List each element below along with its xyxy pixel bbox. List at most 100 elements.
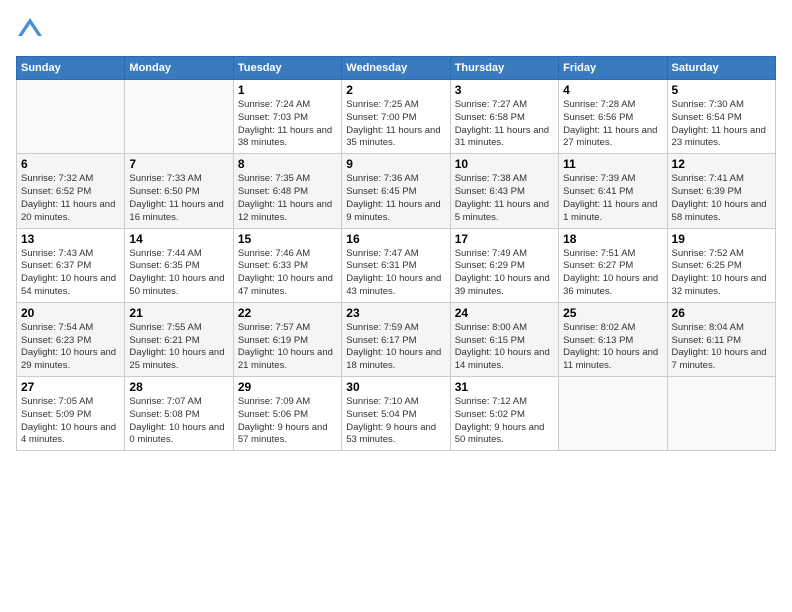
day-content: Sunrise: 7:27 AM Sunset: 6:58 PM Dayligh… xyxy=(455,99,554,150)
weekday-header: Sunday xyxy=(17,57,125,80)
day-number: 15 xyxy=(238,232,337,246)
day-content: Sunrise: 7:36 AM Sunset: 6:45 PM Dayligh… xyxy=(346,173,445,224)
weekday-header: Monday xyxy=(125,57,233,80)
day-number: 17 xyxy=(455,232,554,246)
day-content: Sunrise: 7:32 AM Sunset: 6:52 PM Dayligh… xyxy=(21,173,120,224)
day-number: 23 xyxy=(346,306,445,320)
day-number: 29 xyxy=(238,380,337,394)
calendar-week-row: 27 Sunrise: 7:05 AM Sunset: 5:09 PM Dayli… xyxy=(17,377,776,451)
day-content: Sunrise: 7:07 AM Sunset: 5:08 PM Dayligh… xyxy=(129,396,228,447)
day-number: 26 xyxy=(672,306,771,320)
day-number: 19 xyxy=(672,232,771,246)
calendar-cell: 11Sunrise: 7:39 AM Sunset: 6:41 PM Dayli… xyxy=(559,154,667,228)
day-number: 14 xyxy=(129,232,228,246)
calendar-cell: 9 Sunrise: 7:36 AM Sunset: 6:45 PM Daylig… xyxy=(342,154,450,228)
day-content: Sunrise: 7:12 AM Sunset: 5:02 PM Dayligh… xyxy=(455,396,554,447)
calendar-cell: 27 Sunrise: 7:05 AM Sunset: 5:09 PM Dayli… xyxy=(17,377,125,451)
weekday-header: Saturday xyxy=(667,57,775,80)
calendar-cell: 10 Sunrise: 7:38 AM Sunset: 6:43 PM Dayli… xyxy=(450,154,558,228)
day-content: Sunrise: 7:46 AM Sunset: 6:33 PM Dayligh… xyxy=(238,248,337,299)
day-number: 27 xyxy=(21,380,120,394)
calendar-cell: 4 Sunrise: 7:28 AM Sunset: 6:56 PM Daylig… xyxy=(559,80,667,154)
day-number: 5 xyxy=(672,83,771,97)
day-number: 7 xyxy=(129,157,228,171)
day-content: Sunrise: 7:57 AM Sunset: 6:19 PM Dayligh… xyxy=(238,322,337,373)
calendar-cell: 22 Sunrise: 7:57 AM Sunset: 6:19 PM Dayli… xyxy=(233,302,341,376)
day-number: 24 xyxy=(455,306,554,320)
day-content: Sunrise: 7:28 AM Sunset: 6:56 PM Dayligh… xyxy=(563,99,662,150)
day-number: 8 xyxy=(238,157,337,171)
day-number: 4 xyxy=(563,83,662,97)
day-number: 13 xyxy=(21,232,120,246)
day-number: 9 xyxy=(346,157,445,171)
calendar-cell: 3 Sunrise: 7:27 AM Sunset: 6:58 PM Daylig… xyxy=(450,80,558,154)
day-content: Sunrise: 7:33 AM Sunset: 6:50 PM Dayligh… xyxy=(129,173,228,224)
calendar-cell: 21Sunrise: 7:55 AM Sunset: 6:21 PM Dayli… xyxy=(125,302,233,376)
calendar-table: SundayMondayTuesdayWednesdayThursdayFrid… xyxy=(16,56,776,451)
day-content: Sunrise: 7:59 AM Sunset: 6:17 PM Dayligh… xyxy=(346,322,445,373)
day-number: 20 xyxy=(21,306,120,320)
calendar-cell: 6 Sunrise: 7:32 AM Sunset: 6:52 PM Daylig… xyxy=(17,154,125,228)
logo-icon xyxy=(16,16,44,44)
weekday-header: Tuesday xyxy=(233,57,341,80)
calendar-cell: 13Sunrise: 7:43 AM Sunset: 6:37 PM Dayli… xyxy=(17,228,125,302)
weekday-header: Thursday xyxy=(450,57,558,80)
day-content: Sunrise: 8:04 AM Sunset: 6:11 PM Dayligh… xyxy=(672,322,771,373)
day-number: 12 xyxy=(672,157,771,171)
calendar-cell: 25Sunrise: 8:02 AM Sunset: 6:13 PM Dayli… xyxy=(559,302,667,376)
day-number: 28 xyxy=(129,380,228,394)
weekday-header: Friday xyxy=(559,57,667,80)
day-number: 2 xyxy=(346,83,445,97)
calendar-week-row: 20 Sunrise: 7:54 AM Sunset: 6:23 PM Dayli… xyxy=(17,302,776,376)
day-content: Sunrise: 7:52 AM Sunset: 6:25 PM Dayligh… xyxy=(672,248,771,299)
calendar-cell: 26 Sunrise: 8:04 AM Sunset: 6:11 PM Dayli… xyxy=(667,302,775,376)
calendar-cell: 1Sunrise: 7:24 AM Sunset: 7:03 PM Daylig… xyxy=(233,80,341,154)
day-number: 10 xyxy=(455,157,554,171)
calendar-cell: 8 Sunrise: 7:35 AM Sunset: 6:48 PM Daylig… xyxy=(233,154,341,228)
day-content: Sunrise: 7:51 AM Sunset: 6:27 PM Dayligh… xyxy=(563,248,662,299)
calendar-cell xyxy=(559,377,667,451)
day-content: Sunrise: 7:55 AM Sunset: 6:21 PM Dayligh… xyxy=(129,322,228,373)
day-content: Sunrise: 7:09 AM Sunset: 5:06 PM Dayligh… xyxy=(238,396,337,447)
day-content: Sunrise: 7:44 AM Sunset: 6:35 PM Dayligh… xyxy=(129,248,228,299)
day-content: Sunrise: 7:30 AM Sunset: 6:54 PM Dayligh… xyxy=(672,99,771,150)
weekday-header: Wednesday xyxy=(342,57,450,80)
calendar-cell xyxy=(125,80,233,154)
day-number: 18 xyxy=(563,232,662,246)
day-number: 30 xyxy=(346,380,445,394)
calendar-cell: 17Sunrise: 7:49 AM Sunset: 6:29 PM Dayli… xyxy=(450,228,558,302)
day-content: Sunrise: 7:38 AM Sunset: 6:43 PM Dayligh… xyxy=(455,173,554,224)
calendar-cell: 28 Sunrise: 7:07 AM Sunset: 5:08 PM Dayli… xyxy=(125,377,233,451)
calendar-cell: 12 Sunrise: 7:41 AM Sunset: 6:39 PM Dayli… xyxy=(667,154,775,228)
calendar-cell: 16 Sunrise: 7:47 AM Sunset: 6:31 PM Dayli… xyxy=(342,228,450,302)
day-number: 16 xyxy=(346,232,445,246)
day-number: 31 xyxy=(455,380,554,394)
calendar-cell: 31 Sunrise: 7:12 AM Sunset: 5:02 PM Dayli… xyxy=(450,377,558,451)
day-number: 25 xyxy=(563,306,662,320)
calendar-cell: 20 Sunrise: 7:54 AM Sunset: 6:23 PM Dayli… xyxy=(17,302,125,376)
day-content: Sunrise: 7:05 AM Sunset: 5:09 PM Dayligh… xyxy=(21,396,120,447)
page-header xyxy=(16,16,776,44)
calendar-cell: 7 Sunrise: 7:33 AM Sunset: 6:50 PM Daylig… xyxy=(125,154,233,228)
day-content: Sunrise: 7:47 AM Sunset: 6:31 PM Dayligh… xyxy=(346,248,445,299)
calendar-cell xyxy=(17,80,125,154)
day-number: 3 xyxy=(455,83,554,97)
calendar-cell xyxy=(667,377,775,451)
calendar-cell: 29 Sunrise: 7:09 AM Sunset: 5:06 PM Dayli… xyxy=(233,377,341,451)
calendar-cell: 5 Sunrise: 7:30 AM Sunset: 6:54 PM Daylig… xyxy=(667,80,775,154)
calendar-week-row: 1Sunrise: 7:24 AM Sunset: 7:03 PM Daylig… xyxy=(17,80,776,154)
day-number: 22 xyxy=(238,306,337,320)
calendar-cell: 15 Sunrise: 7:46 AM Sunset: 6:33 PM Dayli… xyxy=(233,228,341,302)
day-content: Sunrise: 7:54 AM Sunset: 6:23 PM Dayligh… xyxy=(21,322,120,373)
calendar-cell: 24 Sunrise: 8:00 AM Sunset: 6:15 PM Dayli… xyxy=(450,302,558,376)
day-number: 6 xyxy=(21,157,120,171)
calendar-cell: 14 Sunrise: 7:44 AM Sunset: 6:35 PM Dayli… xyxy=(125,228,233,302)
calendar-week-row: 13Sunrise: 7:43 AM Sunset: 6:37 PM Dayli… xyxy=(17,228,776,302)
calendar-cell: 2Sunrise: 7:25 AM Sunset: 7:00 PM Daylig… xyxy=(342,80,450,154)
day-content: Sunrise: 8:00 AM Sunset: 6:15 PM Dayligh… xyxy=(455,322,554,373)
calendar-cell: 19 Sunrise: 7:52 AM Sunset: 6:25 PM Dayli… xyxy=(667,228,775,302)
day-content: Sunrise: 7:35 AM Sunset: 6:48 PM Dayligh… xyxy=(238,173,337,224)
day-content: Sunrise: 7:41 AM Sunset: 6:39 PM Dayligh… xyxy=(672,173,771,224)
calendar-cell: 18 Sunrise: 7:51 AM Sunset: 6:27 PM Dayli… xyxy=(559,228,667,302)
day-number: 1 xyxy=(238,83,337,97)
